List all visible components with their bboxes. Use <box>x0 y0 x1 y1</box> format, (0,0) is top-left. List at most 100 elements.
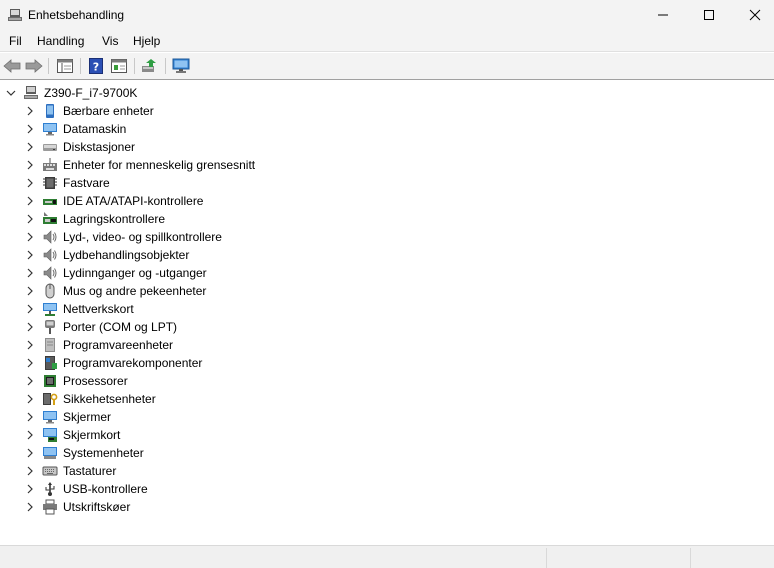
printer-icon <box>43 499 57 515</box>
tree-node[interactable]: IDE ATA/ATAPI-kontrollere <box>0 192 774 210</box>
tree-root[interactable]: Z390-F_i7-9700K <box>0 84 774 102</box>
monitor-icon <box>43 411 57 424</box>
menu-action[interactable]: Handling <box>37 34 84 48</box>
tree-node-label: Nettverkskort <box>63 302 134 316</box>
tree-node[interactable]: Skjermkort <box>0 426 774 444</box>
tree-node[interactable]: Programvarekomponenter <box>0 354 774 372</box>
chevron-right-icon[interactable] <box>25 340 35 350</box>
chevron-right-icon[interactable] <box>25 106 35 116</box>
port-icon <box>45 320 55 334</box>
chevron-right-icon[interactable] <box>25 250 35 260</box>
tree-node[interactable]: Skjermer <box>0 408 774 426</box>
device-tree[interactable]: Z390-F_i7-9700K Bærbare enheter Datamaski… <box>0 84 774 544</box>
chevron-right-icon[interactable] <box>25 124 35 134</box>
tree-node-label: Bærbare enheter <box>63 104 154 118</box>
chevron-right-icon[interactable] <box>25 358 35 368</box>
chevron-right-icon[interactable] <box>25 232 35 242</box>
tree-node[interactable]: Lydinnganger og -utganger <box>0 264 774 282</box>
processor-icon <box>44 375 56 387</box>
tree-node[interactable]: Datamaskin <box>0 120 774 138</box>
tree-node-label: Lydbehandlingsobjekter <box>63 248 190 262</box>
minimize-icon <box>658 14 668 16</box>
toolbar-separator <box>48 58 49 74</box>
tree-node[interactable]: Systemenheter <box>0 444 774 462</box>
portable-device-icon <box>46 104 54 118</box>
properties-button[interactable] <box>109 57 129 75</box>
computer-icon <box>43 123 57 136</box>
tree-node[interactable]: Lydbehandlingsobjekter <box>0 246 774 264</box>
update-driver-button[interactable] <box>140 57 160 75</box>
chevron-right-icon[interactable] <box>25 304 35 314</box>
menu-file[interactable]: Fil <box>9 34 22 48</box>
chevron-right-icon[interactable] <box>25 394 35 404</box>
tree-node[interactable]: Nettverkskort <box>0 300 774 318</box>
chevron-right-icon[interactable] <box>25 160 35 170</box>
back-button[interactable] <box>2 57 22 75</box>
tree-node-label: Mus og andre pekeenheter <box>63 284 207 298</box>
tree-node[interactable]: Fastvare <box>0 174 774 192</box>
tree-node-label: Lyd-, video- og spillkontrollere <box>63 230 222 244</box>
chevron-right-icon[interactable] <box>25 502 35 512</box>
menu-view[interactable]: Vis <box>102 34 118 48</box>
tree-node[interactable]: Mus og andre pekeenheter <box>0 282 774 300</box>
chevron-down-icon[interactable] <box>6 88 16 98</box>
close-button[interactable] <box>732 0 774 30</box>
tree-node[interactable]: Tastaturer <box>0 462 774 480</box>
status-bar <box>0 545 774 568</box>
chevron-right-icon[interactable] <box>25 448 35 458</box>
system-device-icon <box>43 447 57 459</box>
firmware-icon <box>43 177 57 189</box>
chevron-right-icon[interactable] <box>25 484 35 494</box>
scan-hardware-button[interactable] <box>171 57 191 75</box>
storage-controller-icon <box>43 212 57 224</box>
update-driver-icon <box>142 59 156 72</box>
tree-node[interactable]: Lyd-, video- og spillkontrollere <box>0 228 774 246</box>
minimize-button[interactable] <box>640 0 686 30</box>
chevron-right-icon[interactable] <box>25 214 35 224</box>
chevron-right-icon[interactable] <box>25 430 35 440</box>
toolbar-separator <box>80 58 81 74</box>
show-hide-console-button[interactable] <box>55 57 75 75</box>
tree-node-label: Programvareenheter <box>63 338 174 352</box>
chevron-right-icon[interactable] <box>25 268 35 278</box>
maximize-button[interactable] <box>686 0 732 30</box>
tree-node[interactable]: Enheter for menneskelig grensesnitt <box>0 156 774 174</box>
ide-controller-icon <box>43 199 57 205</box>
chevron-right-icon[interactable] <box>25 322 35 332</box>
chevron-right-icon[interactable] <box>25 178 35 188</box>
tree-node-label: Programvarekomponenter <box>63 356 203 370</box>
menu-help[interactable]: Hjelp <box>133 34 160 48</box>
tree-node-label: Fastvare <box>63 176 110 190</box>
tree-node-label: Tastaturer <box>63 464 117 478</box>
software-device-icon <box>45 338 55 352</box>
tree-node[interactable]: Bærbare enheter <box>0 102 774 120</box>
forward-button[interactable] <box>24 57 44 75</box>
computer-root-icon <box>24 86 38 99</box>
speaker-icon <box>43 266 57 280</box>
keyboard-icon <box>42 466 58 476</box>
tree-node-label: Prosessorer <box>63 374 128 388</box>
tree-node[interactable]: Prosessorer <box>0 372 774 390</box>
menu-bar: Fil Handling Vis Hjelp <box>0 30 774 52</box>
tree-node[interactable]: Sikkehetsenheter <box>0 390 774 408</box>
tree-node-label: Diskstasjoner <box>63 140 136 154</box>
chevron-right-icon[interactable] <box>25 412 35 422</box>
chevron-right-icon[interactable] <box>25 376 35 386</box>
tree-node[interactable]: Utskriftskøer <box>0 498 774 516</box>
tree-node-label: Skjermkort <box>63 428 121 442</box>
tree-node[interactable]: Programvareenheter <box>0 336 774 354</box>
title-bar: Enhetsbehandling <box>0 0 774 30</box>
chevron-right-icon[interactable] <box>25 286 35 296</box>
tree-node-label: IDE ATA/ATAPI-kontrollere <box>63 194 204 208</box>
chevron-right-icon[interactable] <box>25 142 35 152</box>
help-button[interactable]: ? <box>86 57 106 75</box>
tree-root-label: Z390-F_i7-9700K <box>44 86 138 100</box>
tree-node[interactable]: USB-kontrollere <box>0 480 774 498</box>
toolbar-separator <box>134 58 135 74</box>
tree-node[interactable]: Porter (COM og LPT) <box>0 318 774 336</box>
tree-node-label: Utskriftskøer <box>63 500 131 514</box>
tree-node[interactable]: Diskstasjoner <box>0 138 774 156</box>
chevron-right-icon[interactable] <box>25 466 35 476</box>
tree-node[interactable]: Lagringskontrollere <box>0 210 774 228</box>
chevron-right-icon[interactable] <box>25 196 35 206</box>
